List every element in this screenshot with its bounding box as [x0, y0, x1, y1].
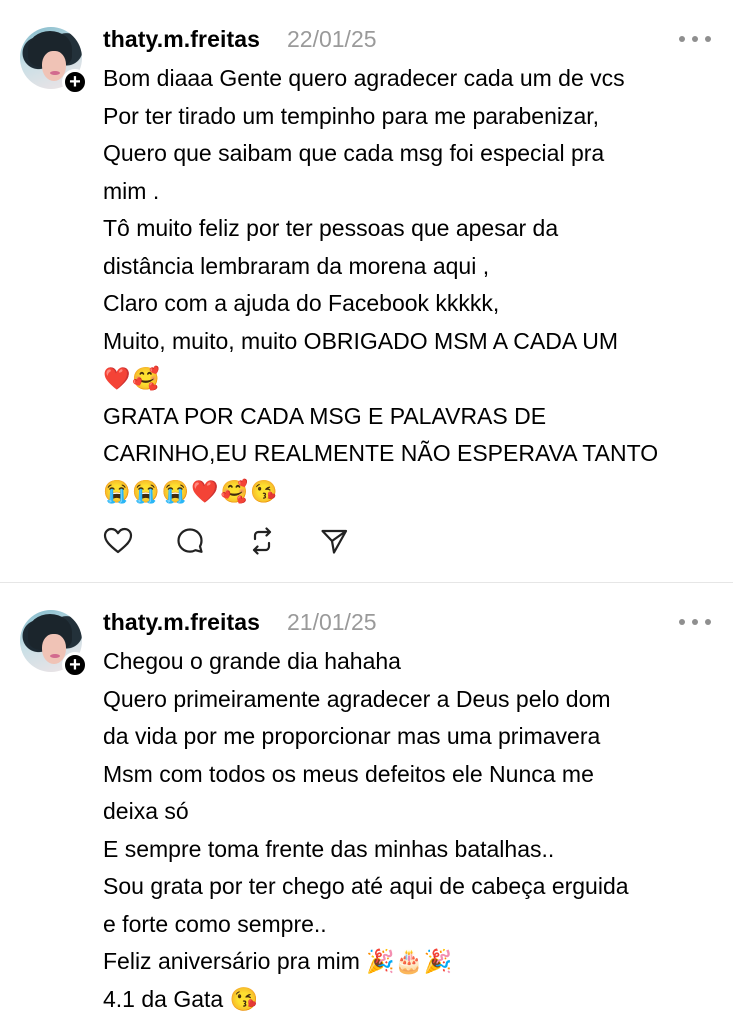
text-line: deixa só [103, 798, 189, 824]
post-actions [103, 526, 391, 556]
text-line: Quero primeiramente agradecer a Deus pel… [103, 685, 611, 712]
avatar-lips [50, 654, 60, 658]
timestamp: 22/01/25 [287, 26, 377, 52]
post-text: Chegou o grande dia hahaha Quero primeir… [103, 643, 713, 1018]
follow-plus-icon[interactable]: + [62, 69, 88, 95]
text-line: E sempre toma frente das minhas batalhas… [103, 835, 555, 862]
emoji-line: 😭😭😭❤️🥰😘 [103, 478, 280, 504]
username[interactable]: thaty.m.freitas [103, 26, 260, 53]
heart-icon[interactable] [103, 526, 133, 556]
avatar[interactable]: + [20, 610, 88, 678]
timestamp: 21/01/25 [287, 609, 377, 635]
text-line: 4.1 da Gata 😘 [103, 985, 259, 1012]
text-line: e forte como sempre.. [103, 910, 327, 937]
post: + thaty.m.freitas 22/01/25 Bom diaaa Gen… [0, 0, 733, 583]
text-line: Msm com todos os meus defeitos ele Nunca… [103, 760, 594, 787]
text-line: mim . [103, 177, 160, 204]
text-line: Claro com a ajuda do Facebook kkkkk, [103, 290, 500, 316]
text-line: Feliz aniversário pra mim 🎉🎂🎉 [103, 948, 453, 974]
more-options-icon[interactable] [679, 33, 711, 45]
post: + thaty.m.freitas 21/01/25 Chegou o gran… [0, 583, 733, 1024]
repost-icon[interactable] [247, 526, 277, 556]
text-line: Chegou o grande dia hahaha [103, 648, 401, 674]
emoji-line: ❤️🥰 [103, 366, 162, 391]
share-icon[interactable] [319, 526, 349, 556]
text-line: Bom diaaa Gente quero agradecer cada um … [103, 65, 625, 91]
text-line: Tô muito feliz por ter pessoas que apesa… [103, 215, 559, 241]
text-line: da vida por me proporcionar mas uma prim… [103, 723, 601, 749]
avatar[interactable]: + [20, 27, 88, 95]
more-options-icon[interactable] [679, 616, 711, 628]
text-line: Muito, muito, muito OBRIGADO MSM A CADA … [103, 327, 619, 354]
text-line: GRATA POR CADA MSG E PALAVRAS DE [103, 402, 547, 429]
follow-plus-icon[interactable]: + [62, 652, 88, 678]
avatar-lips [50, 71, 60, 75]
comment-icon[interactable] [175, 526, 205, 556]
text-line: Quero que saibam que cada msg foi especi… [103, 140, 605, 166]
username[interactable]: thaty.m.freitas [103, 609, 260, 636]
text-line: Por ter tirado um tempinho para me parab… [103, 102, 600, 129]
text-line: CARINHO,EU REALMENTE NÃO ESPERAVA TANTO [103, 440, 659, 466]
text-line: Sou grata por ter chego até aqui de cabe… [103, 873, 629, 899]
post-text: Bom diaaa Gente quero agradecer cada um … [103, 60, 713, 510]
text-line: distância lembraram da morena aqui , [103, 252, 490, 279]
